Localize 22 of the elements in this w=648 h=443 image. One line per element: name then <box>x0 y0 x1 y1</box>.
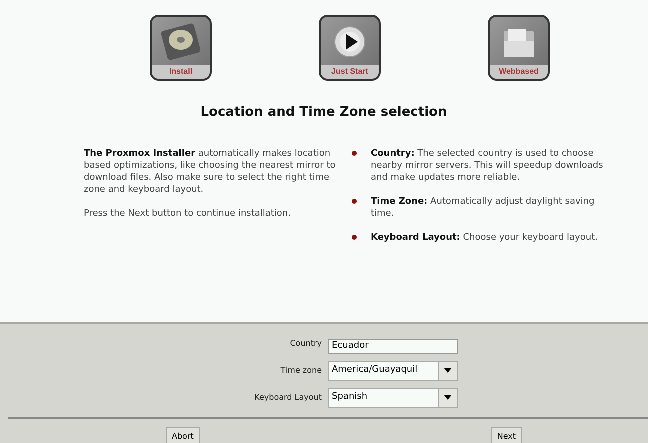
bullet-text: Keyboard Layout: Choose your keyboard layout. <box>371 232 598 244</box>
bullet-text: Time Zone: Automatically adjust daylight saving time. <box>371 196 596 220</box>
page-title: Location and Time Zone selection <box>200 105 448 120</box>
bullet-text: Country: The selected country is used to choose nearby mirror servers. This will speedup downloads and make updates more reliable. <box>371 148 604 184</box>
dialog-button[interactable]: Next <box>491 426 522 443</box>
mode-button[interactable]: Just Start <box>319 15 381 81</box>
mode-button[interactable]: Webbased <box>488 15 550 81</box>
field-label: Country <box>289 338 322 348</box>
caret-icon <box>444 395 452 400</box>
dropdown[interactable]: America/Guayaquil <box>328 360 458 380</box>
paragraph: Press the Next button to continue installation. <box>84 208 292 220</box>
field-label: Time zone <box>280 366 322 375</box>
bullet-icon <box>352 199 357 204</box>
field-label: Keyboard Layout <box>254 393 322 402</box>
input-field[interactable]: Ecuador <box>328 338 458 354</box>
dropdown[interactable]: Spanish <box>328 388 458 408</box>
caret-icon <box>444 368 452 373</box>
bullet-icon <box>352 151 357 156</box>
mode-button[interactable]: Install <box>150 15 212 81</box>
bullet-icon <box>352 235 357 240</box>
dialog-button[interactable]: Abort <box>166 426 200 443</box>
paragraph: The Proxmox Installer automatically makes location based optimizations, like choosing the nearest mirror to download files. Also make sure to select the right time zone and keyboard layout. <box>84 148 337 196</box>
